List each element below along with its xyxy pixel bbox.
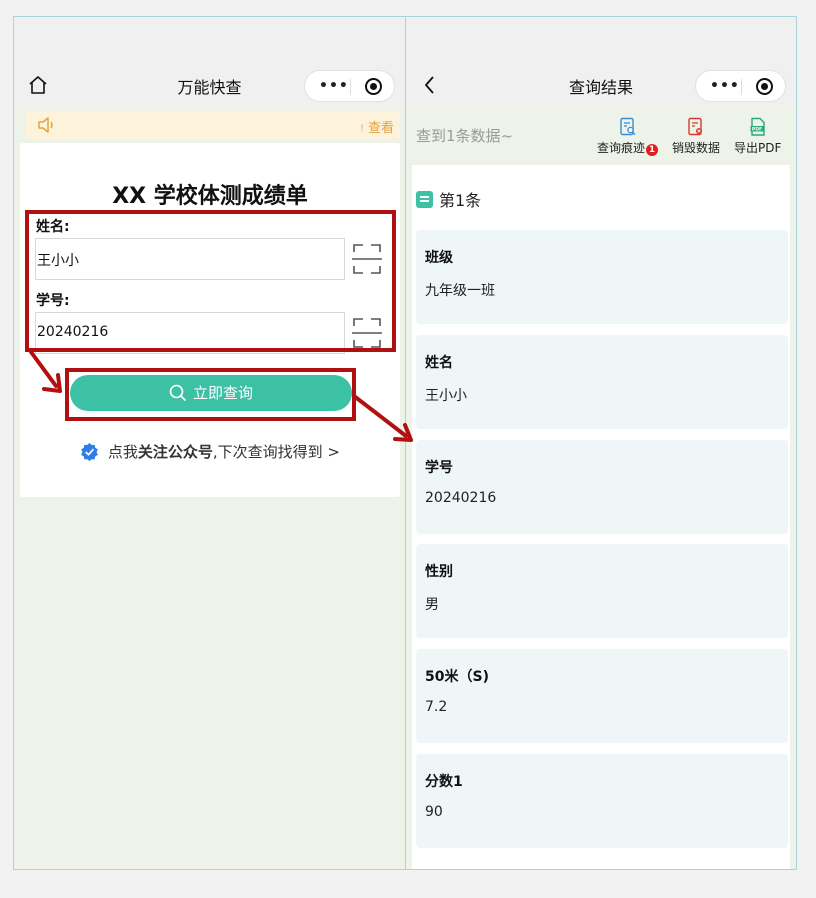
follow-prefix: 点我: [107, 443, 138, 461]
pdf-file-icon: PDF: [750, 117, 765, 136]
result-key: 姓名: [425, 355, 453, 371]
result-key: 学号: [425, 460, 453, 476]
result-card: 姓名 王小小: [416, 335, 788, 429]
mini-program-capsule: •••: [304, 70, 395, 102]
result-list: 第1条 班级 九年级一班 姓名 王小小 学号 20240216 性别 男 50米…: [412, 165, 790, 869]
query-history-label: 查询痕迹: [597, 141, 646, 155]
notification-badge: 1: [646, 144, 659, 156]
result-value: 20240216: [425, 490, 497, 506]
speaker-icon: [38, 117, 53, 133]
result-key: 分数1: [425, 774, 463, 790]
notice-bar: ! 查看: [25, 111, 400, 139]
follow-link[interactable]: 点我关注公众号,下次查询找得到 >: [20, 441, 400, 462]
result-count-text: 查到1条数据~: [416, 127, 514, 145]
export-pdf-label: 导出PDF: [734, 141, 782, 155]
result-card: 性别 男: [416, 544, 788, 638]
result-key: 班级: [425, 250, 453, 266]
more-menu-button[interactable]: •••: [710, 79, 740, 93]
result-value: 九年级一班: [425, 283, 495, 299]
destroy-data-label: 销毁数据: [672, 141, 721, 155]
result-value: 男: [425, 597, 439, 613]
entry-title-label: 第1条: [439, 191, 482, 210]
mini-program-capsule: •••: [695, 70, 786, 102]
form-title: XX 学校体测成绩单: [112, 184, 308, 209]
follow-suffix: ,下次查询找得到 >: [212, 443, 340, 461]
result-card: 班级 九年级一班: [416, 230, 788, 324]
nav-bar: 查询结果 •••: [406, 17, 796, 107]
notice-more-label: 查看: [367, 121, 394, 136]
button-highlight-box: [65, 368, 356, 421]
query-history-icon: [619, 117, 635, 136]
svg-text:PDF: PDF: [752, 126, 762, 132]
entry-title: 第1条: [416, 187, 481, 211]
notice-more-link[interactable]: ! 查看: [360, 117, 394, 136]
nav-bar: 万能快查 •••: [14, 17, 405, 107]
result-key: 50米（S): [425, 669, 489, 685]
result-value: 90: [425, 804, 443, 820]
result-page: 查询结果 ••• 查到1条数据~ 查询痕迹 1 销毁数据 PDF 导出PDF 第…: [406, 17, 796, 869]
close-target-button[interactable]: [365, 78, 382, 95]
close-target-button[interactable]: [756, 78, 773, 95]
fields-highlight-box: [25, 210, 396, 352]
notice-mark-icon: !: [360, 124, 364, 134]
verified-badge-icon: [81, 442, 98, 461]
follow-official-account: 关注公众号: [137, 443, 213, 461]
capsule-divider: [350, 79, 351, 95]
export-pdf-button[interactable]: PDF 导出PDF: [734, 117, 781, 156]
result-value: 王小小: [425, 388, 467, 404]
query-page: 万能快查 ••• ! 查看 XX 学校体测成绩单 姓名: 王小小 学号: 202…: [14, 17, 405, 869]
result-value: 7.2: [425, 699, 448, 715]
result-card: 分数1 90: [416, 754, 788, 848]
result-card: 50米（S) 7.2: [416, 649, 788, 743]
destroy-data-icon: [688, 117, 702, 136]
result-card: 学号 20240216: [416, 440, 788, 534]
destroy-data-button[interactable]: 销毁数据: [672, 117, 720, 156]
result-toolbar: 查到1条数据~ 查询痕迹 1 销毁数据 PDF 导出PDF: [406, 107, 796, 161]
result-key: 性别: [425, 564, 453, 580]
document-icon: [416, 191, 433, 208]
query-history-button[interactable]: 查询痕迹 1: [597, 117, 659, 156]
capsule-divider: [741, 79, 742, 95]
more-menu-button[interactable]: •••: [319, 79, 349, 93]
